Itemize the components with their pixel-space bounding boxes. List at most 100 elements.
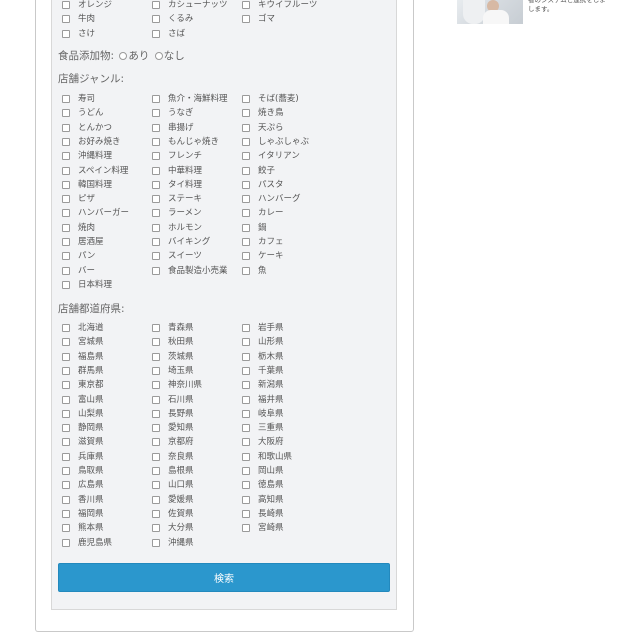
checkbox-input[interactable] xyxy=(62,395,70,404)
checkbox-input[interactable] xyxy=(62,509,70,518)
checkbox-input[interactable] xyxy=(152,29,160,38)
checkbox-item[interactable]: 焼き鳥 xyxy=(242,106,284,120)
checkbox-input[interactable] xyxy=(152,381,160,390)
checkbox-item[interactable]: ケーキ xyxy=(242,249,284,263)
checkbox-item[interactable]: バイキング xyxy=(152,235,210,249)
checkbox-item[interactable]: 北海道 xyxy=(62,321,104,335)
checkbox-input[interactable] xyxy=(62,123,70,132)
checkbox-item[interactable]: 岐阜県 xyxy=(242,407,284,421)
checkbox-item[interactable]: ホルモン xyxy=(152,221,202,235)
checkbox-item[interactable]: 島根県 xyxy=(152,464,194,478)
checkbox-item[interactable]: 茨城県 xyxy=(152,350,194,364)
checkbox-item[interactable]: 韓国料理 xyxy=(62,178,112,192)
checkbox-item[interactable]: うどん xyxy=(62,106,104,120)
checkbox-item[interactable]: 宮城県 xyxy=(62,335,104,349)
checkbox-input[interactable] xyxy=(152,95,160,103)
checkbox-input[interactable] xyxy=(152,352,160,361)
checkbox-item[interactable]: 山口県 xyxy=(152,478,194,492)
checkbox-input[interactable] xyxy=(242,180,250,189)
checkbox-item[interactable]: 食品製造小売業 xyxy=(152,264,228,278)
checkbox-input[interactable] xyxy=(152,238,160,246)
checkbox-input[interactable] xyxy=(152,438,160,447)
checkbox-input[interactable] xyxy=(242,15,250,24)
checkbox-item[interactable]: 大阪府 xyxy=(242,435,284,449)
checkbox-item[interactable]: もんじゃ焼き xyxy=(152,135,219,149)
checkbox-item[interactable]: 愛媛県 xyxy=(152,493,194,507)
checkbox-input[interactable] xyxy=(62,409,70,418)
checkbox-input[interactable] xyxy=(242,223,250,232)
checkbox-input[interactable] xyxy=(152,152,160,161)
checkbox-input[interactable] xyxy=(242,238,250,246)
checkbox-item[interactable]: ハンバーガー xyxy=(62,206,129,220)
checkbox-input[interactable] xyxy=(152,495,160,504)
checkbox-input[interactable] xyxy=(62,324,70,332)
checkbox-item[interactable]: 岡山県 xyxy=(242,464,284,478)
checkbox-input[interactable] xyxy=(62,338,70,347)
checkbox-input[interactable] xyxy=(62,366,70,375)
checkbox-input[interactable] xyxy=(152,467,160,475)
checkbox-input[interactable] xyxy=(242,452,250,461)
checkbox-item[interactable]: 福井県 xyxy=(242,393,284,407)
checkbox-input[interactable] xyxy=(152,452,160,461)
search-button[interactable]: 検索 xyxy=(58,563,390,592)
checkbox-input[interactable] xyxy=(62,280,70,289)
checkbox-input[interactable] xyxy=(152,109,160,118)
checkbox-item[interactable]: 高知県 xyxy=(242,493,284,507)
checkbox-item[interactable]: スイーツ xyxy=(152,249,202,263)
checkbox-item[interactable]: 寿司 xyxy=(62,92,95,106)
checkbox-item[interactable]: くるみ xyxy=(152,12,193,26)
checkbox-input[interactable] xyxy=(242,495,250,504)
checkbox-item[interactable]: 牛肉 xyxy=(62,12,95,26)
checkbox-input[interactable] xyxy=(152,424,160,433)
checkbox-item[interactable]: 富山県 xyxy=(62,393,104,407)
checkbox-input[interactable] xyxy=(62,481,70,490)
checkbox-input[interactable] xyxy=(152,338,160,347)
checkbox-input[interactable] xyxy=(242,209,250,218)
checkbox-input[interactable] xyxy=(242,409,250,418)
checkbox-input[interactable] xyxy=(152,209,160,218)
checkbox-item[interactable]: うなぎ xyxy=(152,106,194,120)
additive-no-radio[interactable] xyxy=(154,52,163,60)
checkbox-item[interactable]: 栃木県 xyxy=(242,350,284,364)
checkbox-item[interactable]: 居酒屋 xyxy=(62,235,104,249)
checkbox-input[interactable] xyxy=(62,95,70,103)
checkbox-item[interactable]: 日本料理 xyxy=(62,278,112,292)
checkbox-input[interactable] xyxy=(62,252,70,261)
checkbox-input[interactable] xyxy=(242,109,250,118)
checkbox-input[interactable] xyxy=(62,452,70,461)
checkbox-input[interactable] xyxy=(152,409,160,418)
checkbox-item[interactable]: 京都府 xyxy=(152,435,194,449)
checkbox-input[interactable] xyxy=(152,366,160,375)
checkbox-item[interactable]: パスタ xyxy=(242,178,284,192)
checkbox-input[interactable] xyxy=(242,266,250,275)
checkbox-item[interactable]: ラーメン xyxy=(152,206,202,220)
checkbox-item[interactable]: カシューナッツ xyxy=(152,0,228,12)
checkbox-item[interactable]: 徳島県 xyxy=(242,478,284,492)
checkbox-input[interactable] xyxy=(242,524,250,533)
checkbox-item[interactable]: 福岡県 xyxy=(62,507,104,521)
checkbox-input[interactable] xyxy=(152,1,160,9)
checkbox-item[interactable]: オレンジ xyxy=(62,0,112,12)
checkbox-input[interactable] xyxy=(242,252,250,261)
checkbox-item[interactable]: 神奈川県 xyxy=(152,378,202,392)
checkbox-input[interactable] xyxy=(62,1,70,9)
checkbox-item[interactable]: 山梨県 xyxy=(62,407,104,421)
checkbox-item[interactable]: 串揚げ xyxy=(152,121,194,135)
checkbox-item[interactable]: 山形県 xyxy=(242,335,284,349)
checkbox-input[interactable] xyxy=(242,424,250,433)
checkbox-item[interactable]: 愛知県 xyxy=(152,421,194,435)
checkbox-item[interactable]: 秋田県 xyxy=(152,335,194,349)
checkbox-input[interactable] xyxy=(152,524,160,533)
checkbox-input[interactable] xyxy=(242,195,250,204)
checkbox-input[interactable] xyxy=(152,180,160,189)
checkbox-item[interactable]: イタリアン xyxy=(242,149,300,163)
checkbox-input[interactable] xyxy=(62,223,70,232)
checkbox-input[interactable] xyxy=(62,238,70,246)
checkbox-item[interactable]: 群馬県 xyxy=(62,364,104,378)
checkbox-item[interactable]: 福島県 xyxy=(62,350,104,364)
checkbox-item[interactable]: 新潟県 xyxy=(242,378,284,392)
checkbox-input[interactable] xyxy=(242,481,250,490)
checkbox-input[interactable] xyxy=(62,524,70,533)
checkbox-input[interactable] xyxy=(152,15,160,24)
checkbox-input[interactable] xyxy=(242,366,250,375)
